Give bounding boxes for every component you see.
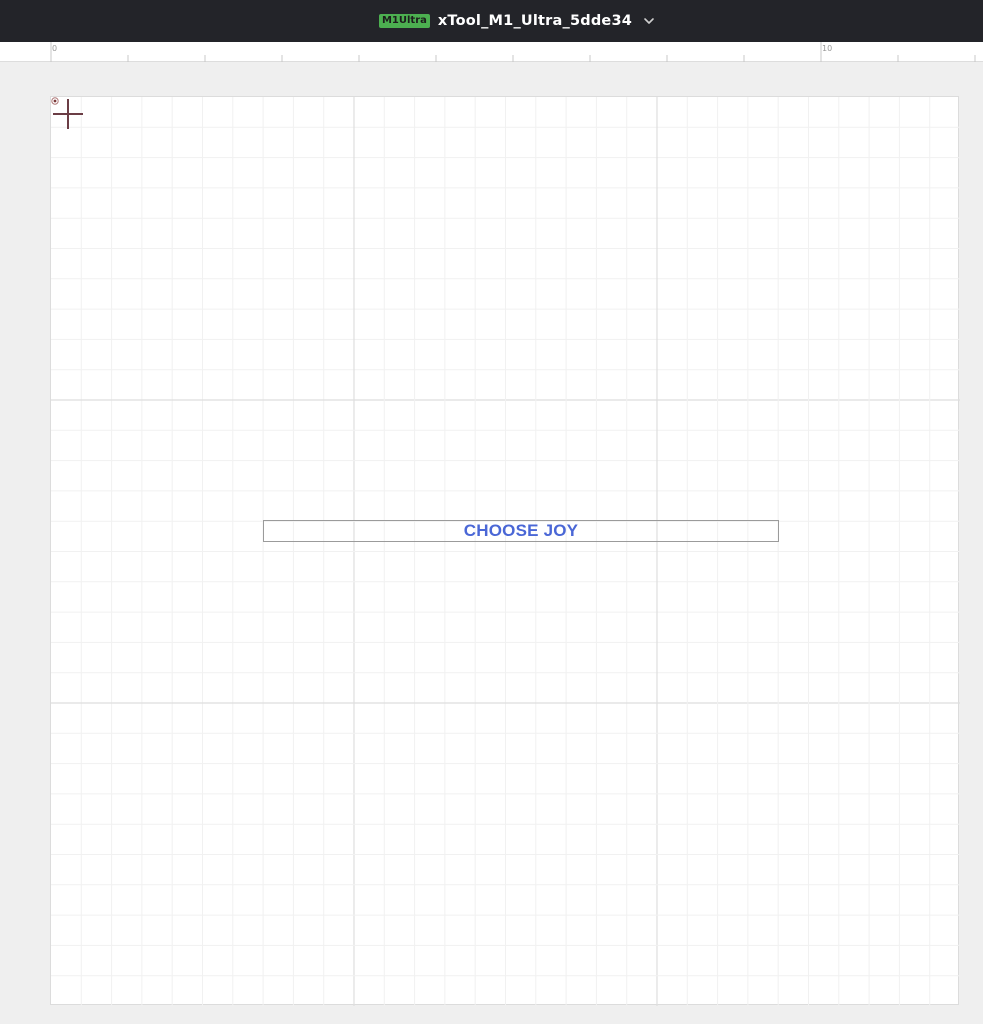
device-name: xTool_M1_Ultra_5dde34 (437, 13, 633, 29)
top-bar: M1Ultra xTool_M1_Ultra_5dde34 (0, 0, 983, 42)
canvas-grid (51, 97, 960, 1006)
design-canvas[interactable]: CHOOSE JOY (50, 96, 960, 1006)
horizontal-ruler: 0 10 (0, 42, 983, 62)
chevron-down-icon[interactable] (642, 14, 656, 28)
ruler-ticks (50, 42, 976, 62)
device-selector[interactable]: M1Ultra xTool_M1_Ultra_5dde34 (378, 13, 656, 29)
text-object-label: CHOOSE JOY (463, 521, 579, 540)
text-object-choose-joy[interactable]: CHOOSE JOY (263, 520, 779, 542)
model-badge: M1Ultra (378, 14, 430, 28)
ruler-label-10: 10 (822, 44, 833, 53)
ruler-label-0: 0 (52, 44, 58, 53)
crosshair-icon (53, 99, 83, 129)
